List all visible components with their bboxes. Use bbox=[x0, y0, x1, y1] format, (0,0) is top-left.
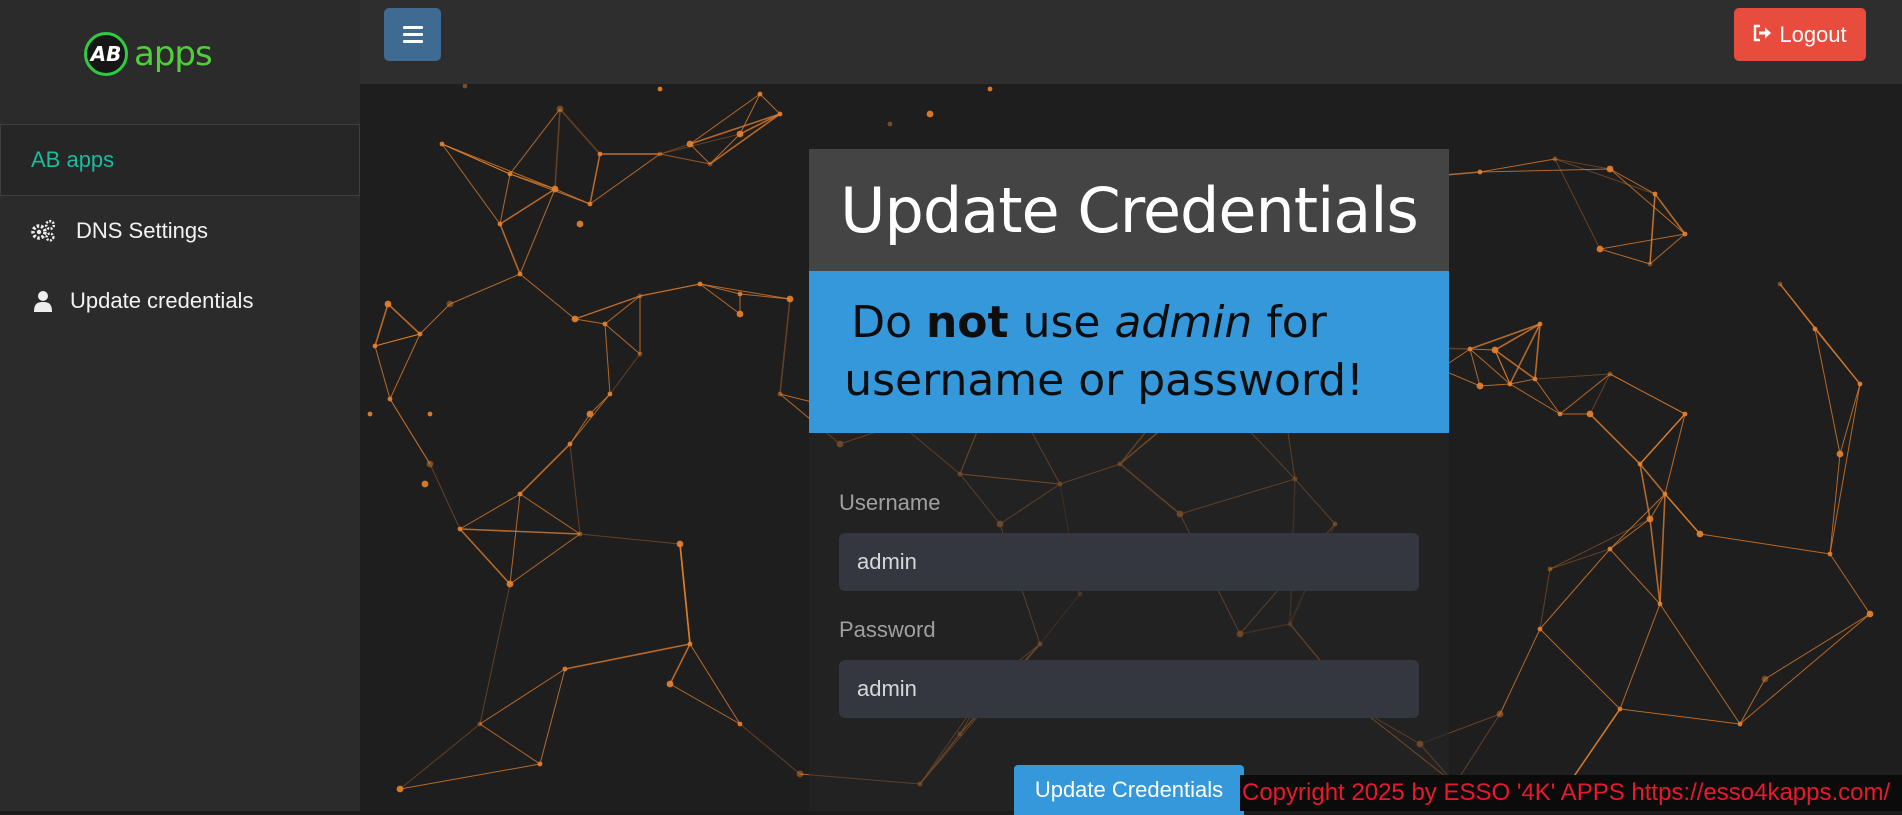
sidebar: AB apps AB apps DNS Settings Update cred… bbox=[0, 0, 360, 811]
warning-bold: not bbox=[925, 297, 1009, 348]
warning-text: for bbox=[1252, 297, 1327, 348]
warning-line-2: username or password! bbox=[844, 355, 1364, 406]
gears-icon bbox=[30, 218, 56, 244]
logout-button[interactable]: Logout bbox=[1734, 8, 1866, 61]
top-navbar: Logout bbox=[360, 0, 1902, 84]
warning-line-1: Do not use admin for bbox=[851, 294, 1407, 352]
username-input[interactable] bbox=[839, 533, 1419, 591]
menu-toggle-button[interactable] bbox=[384, 8, 441, 61]
user-icon bbox=[30, 288, 56, 314]
password-label: Password bbox=[839, 617, 936, 642]
sidebar-item-ab-apps[interactable]: AB apps bbox=[0, 124, 360, 196]
page-title: Update Credentials bbox=[840, 173, 1419, 247]
app-logo[interactable]: AB apps bbox=[84, 30, 224, 78]
hamburger-icon-bar bbox=[402, 26, 423, 29]
hamburger-icon-bar bbox=[402, 33, 423, 36]
sidebar-nav: AB apps DNS Settings Update credentials bbox=[0, 124, 360, 336]
credentials-card: Update Credentials Do not use admin for … bbox=[809, 149, 1449, 811]
copyright-footer: Copyright 2025 by ESSO '4K' APPS https:/… bbox=[1240, 775, 1902, 811]
update-credentials-button[interactable]: Update Credentials bbox=[1014, 765, 1244, 815]
username-label: Username bbox=[839, 490, 941, 515]
warning-text: use bbox=[1008, 297, 1115, 348]
logo-badge: AB bbox=[84, 32, 128, 76]
sidebar-item-label: Update credentials bbox=[70, 288, 254, 313]
sidebar-item-dns-settings[interactable]: DNS Settings bbox=[0, 196, 360, 266]
warning-italic: admin bbox=[1114, 297, 1253, 348]
sidebar-item-update-credentials[interactable]: Update credentials bbox=[0, 266, 360, 336]
card-header: Update Credentials bbox=[809, 149, 1449, 271]
logout-label: Logout bbox=[1779, 21, 1847, 47]
warning-callout: Do not use admin for username or passwor… bbox=[809, 271, 1449, 433]
password-input[interactable] bbox=[839, 660, 1419, 718]
logo-text: apps bbox=[134, 34, 213, 74]
sign-out-icon bbox=[1753, 22, 1773, 48]
warning-text: Do bbox=[851, 297, 926, 348]
sidebar-item-label: DNS Settings bbox=[76, 218, 209, 243]
hamburger-icon-bar bbox=[402, 40, 423, 43]
